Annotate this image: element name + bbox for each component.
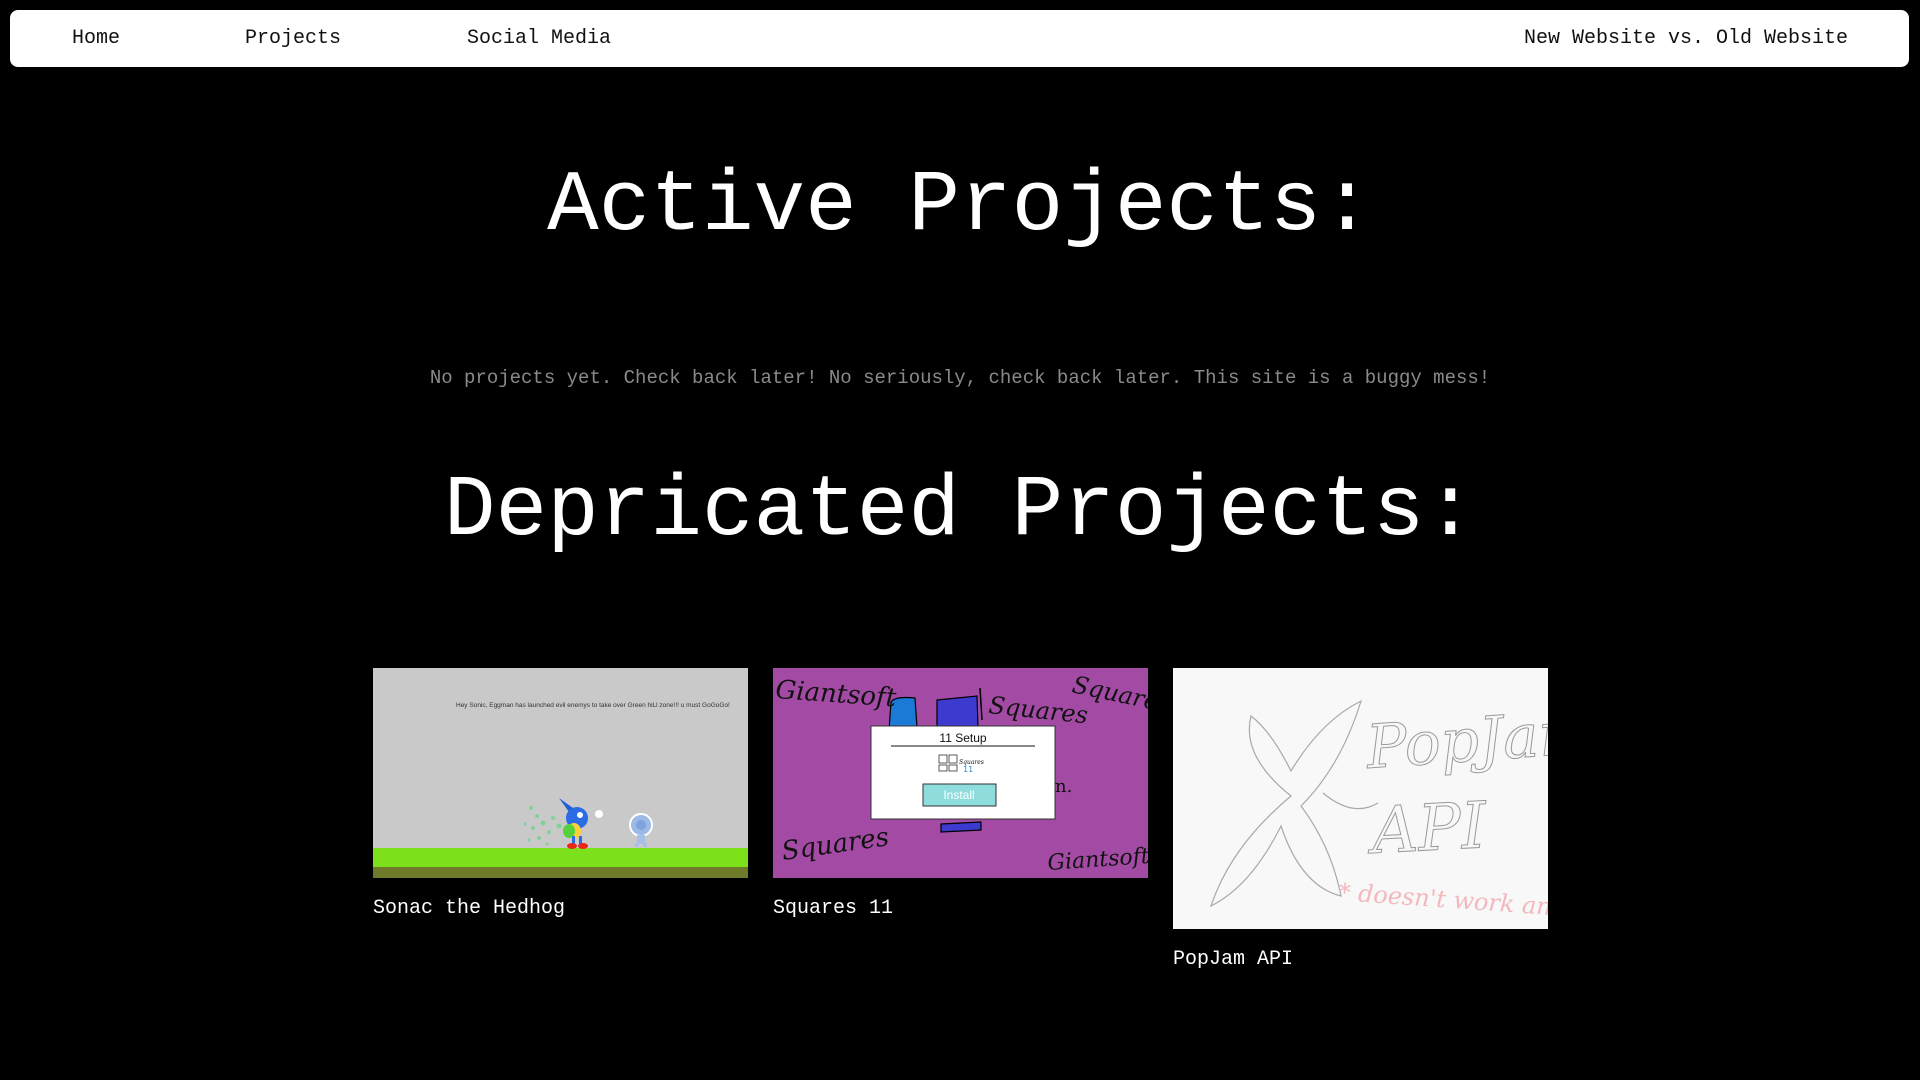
nav-link-home[interactable]: Home xyxy=(72,10,120,67)
project-title-squares-11[interactable]: Squares 11 xyxy=(773,897,1148,920)
squares-setup-dialog: 11 Setup Squares 11 Install xyxy=(870,725,1056,820)
popjam-api-thumbnail[interactable]: PopJam API * doesn't work anymore xyxy=(1173,668,1548,929)
top-navbar: Home Projects Social Media New Website v… xyxy=(10,10,1909,67)
svg-text:PopJam: PopJam xyxy=(1363,697,1548,783)
svg-text:11: 11 xyxy=(963,765,973,774)
project-title-popjam-api[interactable]: PopJam API xyxy=(1173,948,1548,971)
project-card-sonac[interactable]: Hey Sonic, Eggman has launched evil enem… xyxy=(373,668,748,920)
svg-text:API: API xyxy=(1365,789,1490,869)
doesnt-work-note: * doesn't work anymore xyxy=(1338,878,1548,926)
svg-text:* doesn't work anymore: * doesn't work anymore xyxy=(1338,878,1548,926)
svg-text:n.: n. xyxy=(1055,776,1072,797)
nav-link-social-media[interactable]: Social Media xyxy=(467,10,611,67)
svg-text:Giantsoft: Giantsoft xyxy=(1047,844,1148,876)
svg-text:Hey Sonic, Eggman has launched: Hey Sonic, Eggman has launched evil enem… xyxy=(456,702,730,709)
popjam-x-logo xyxy=(1209,699,1379,908)
sonac-thumbnail[interactable]: Hey Sonic, Eggman has launched evil enem… xyxy=(373,668,748,878)
svg-text:Install: Install xyxy=(943,788,974,802)
svg-text:Giantsoft: Giantsoft xyxy=(775,675,898,713)
project-title-sonac[interactable]: Sonac the Hedhog xyxy=(373,897,748,920)
active-projects-heading: Active Projects: xyxy=(547,157,1373,255)
svg-text:Squares: Squares xyxy=(780,822,891,867)
nav-link-projects[interactable]: Projects xyxy=(245,10,341,67)
install-button-label: Install xyxy=(943,788,974,802)
project-card-squares-11[interactable]: Giantsoft Squares Squares Squares Giants… xyxy=(773,668,1148,920)
deprecated-projects-heading: Depricated Projects: xyxy=(443,462,1477,560)
svg-text:11 Setup: 11 Setup xyxy=(939,731,986,745)
no-projects-notice: No projects yet. Check back later! No se… xyxy=(429,367,1491,389)
enemy-robot xyxy=(629,813,653,847)
squares-11-thumbnail[interactable]: Giantsoft Squares Squares Squares Giants… xyxy=(773,668,1148,878)
sonac-character xyxy=(559,798,603,849)
sonac-thumb-dialogue: Hey Sonic, Eggman has launched evil enem… xyxy=(456,702,730,709)
nav-link-new-vs-old-website[interactable]: New Website vs. Old Website xyxy=(1524,10,1848,67)
project-card-popjam-api[interactable]: PopJam API * doesn't work anymore PopJam… xyxy=(1173,668,1548,971)
